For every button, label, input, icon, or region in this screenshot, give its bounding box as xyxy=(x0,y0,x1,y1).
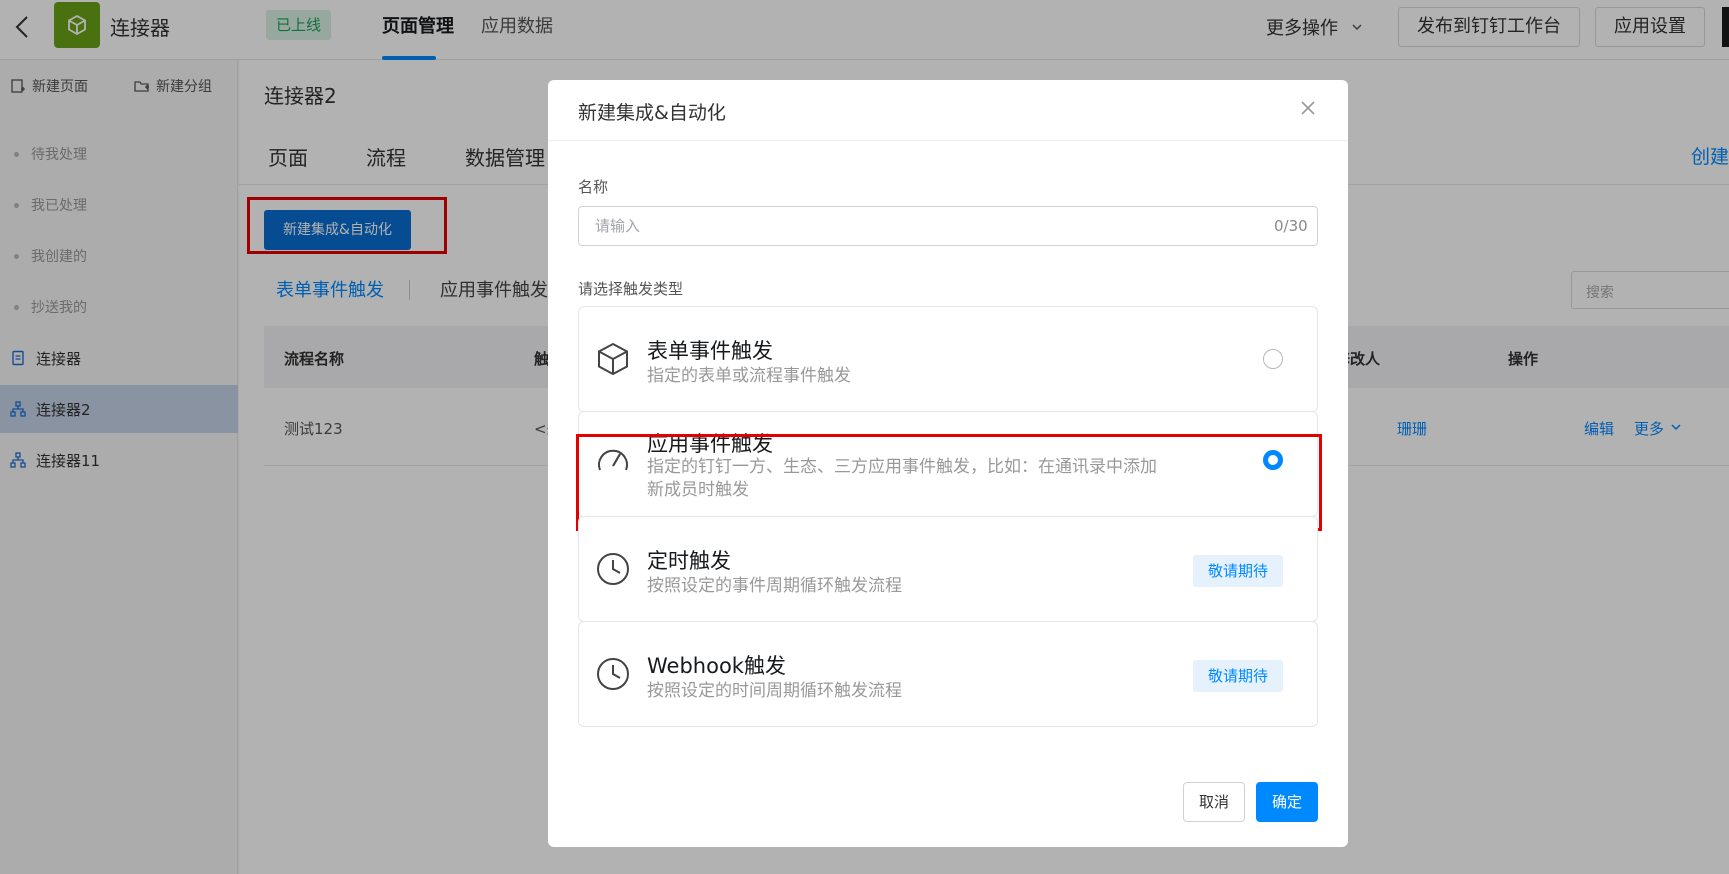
option-description: 指定的表单或流程事件触发 xyxy=(647,366,851,386)
trigger-type-label: 请选择触发类型 xyxy=(578,280,684,298)
option-title: Webhook触发 xyxy=(647,654,786,678)
option-description: 按照设定的时间周期循环触发流程 xyxy=(647,681,902,701)
divider xyxy=(548,140,1348,141)
name-label: 名称 xyxy=(578,178,609,196)
option-title: 表单事件触发 xyxy=(647,339,773,363)
clock-icon xyxy=(597,658,629,690)
radio-unchecked[interactable] xyxy=(1263,349,1283,369)
cube-icon xyxy=(598,342,628,376)
coming-soon-badge: 敬请期待 xyxy=(1193,660,1283,692)
clock-icon xyxy=(597,553,629,585)
char-counter: 0/30 xyxy=(1274,217,1308,235)
option-webhook-trigger: Webhook触发 按照设定的时间周期循环触发流程 敬请期待 xyxy=(578,621,1318,727)
new-automation-dialog: 新建集成&自动化 名称 0/30 请选择触发类型 表单事件触发 指定的表单或流程… xyxy=(548,80,1348,847)
option-description: 按照设定的事件周期循环触发流程 xyxy=(647,576,902,596)
option-form-event-trigger[interactable]: 表单事件触发 指定的表单或流程事件触发 xyxy=(578,306,1318,412)
confirm-button[interactable]: 确定 xyxy=(1256,782,1318,822)
name-input[interactable] xyxy=(578,206,1318,246)
dialog-title: 新建集成&自动化 xyxy=(578,102,726,124)
option-scheduled-trigger: 定时触发 按照设定的事件周期循环触发流程 敬请期待 xyxy=(578,516,1318,622)
coming-soon-badge: 敬请期待 xyxy=(1193,555,1283,587)
close-icon[interactable] xyxy=(1296,96,1320,120)
option-title: 定时触发 xyxy=(647,549,731,573)
cancel-button[interactable]: 取消 xyxy=(1183,782,1245,822)
